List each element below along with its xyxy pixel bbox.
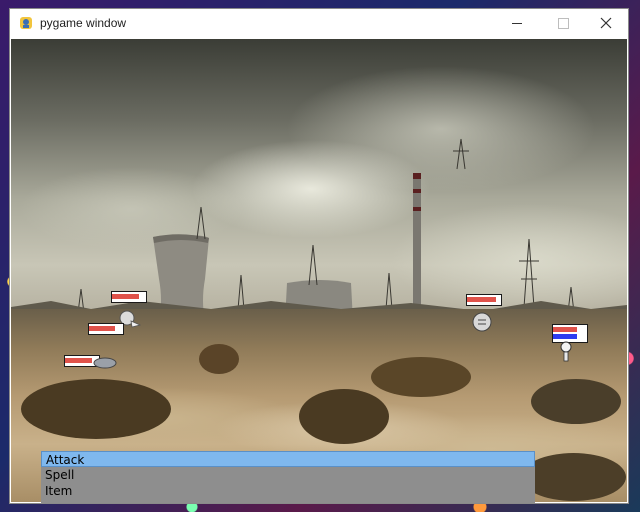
enemy-1-hp-fill	[467, 297, 496, 302]
pygame-snake-icon	[20, 17, 32, 29]
player-2-hp-bar	[88, 323, 124, 335]
player-1-hp-bar	[111, 291, 147, 303]
dead-shrub	[521, 453, 626, 501]
window-title: pygame window	[40, 16, 127, 30]
game-window: pygame window Attack Spell Item	[10, 9, 628, 503]
enemy-1-hp-bar	[466, 294, 502, 306]
skeleton-sprite	[560, 341, 572, 362]
maximize-icon[interactable]	[540, 9, 586, 38]
menu-item-attack[interactable]: Attack	[41, 451, 535, 467]
white-orb-sprite	[472, 312, 492, 332]
dead-shrub	[299, 389, 389, 444]
player-3-hp-fill	[65, 358, 93, 363]
minimize-icon[interactable]	[494, 9, 540, 38]
player-2-hp-fill	[89, 326, 115, 331]
title-bar[interactable]: pygame window	[10, 9, 628, 38]
menu-item-item[interactable]: Item	[41, 483, 535, 499]
dead-shrub	[371, 357, 471, 397]
dead-shrub	[531, 379, 621, 424]
dead-shrub	[21, 379, 171, 439]
menu-item-spell[interactable]: Spell	[41, 467, 535, 483]
player-1-hp-fill	[112, 294, 140, 299]
close-icon[interactable]	[582, 9, 628, 38]
dead-shrub	[199, 344, 239, 374]
grey-blob-sprite	[93, 357, 117, 369]
industrial-skyline	[11, 138, 627, 339]
game-viewport[interactable]	[11, 39, 627, 502]
battle-command-menu: Attack Spell Item	[41, 451, 535, 503]
enemy-2-mp-fill	[553, 334, 577, 339]
